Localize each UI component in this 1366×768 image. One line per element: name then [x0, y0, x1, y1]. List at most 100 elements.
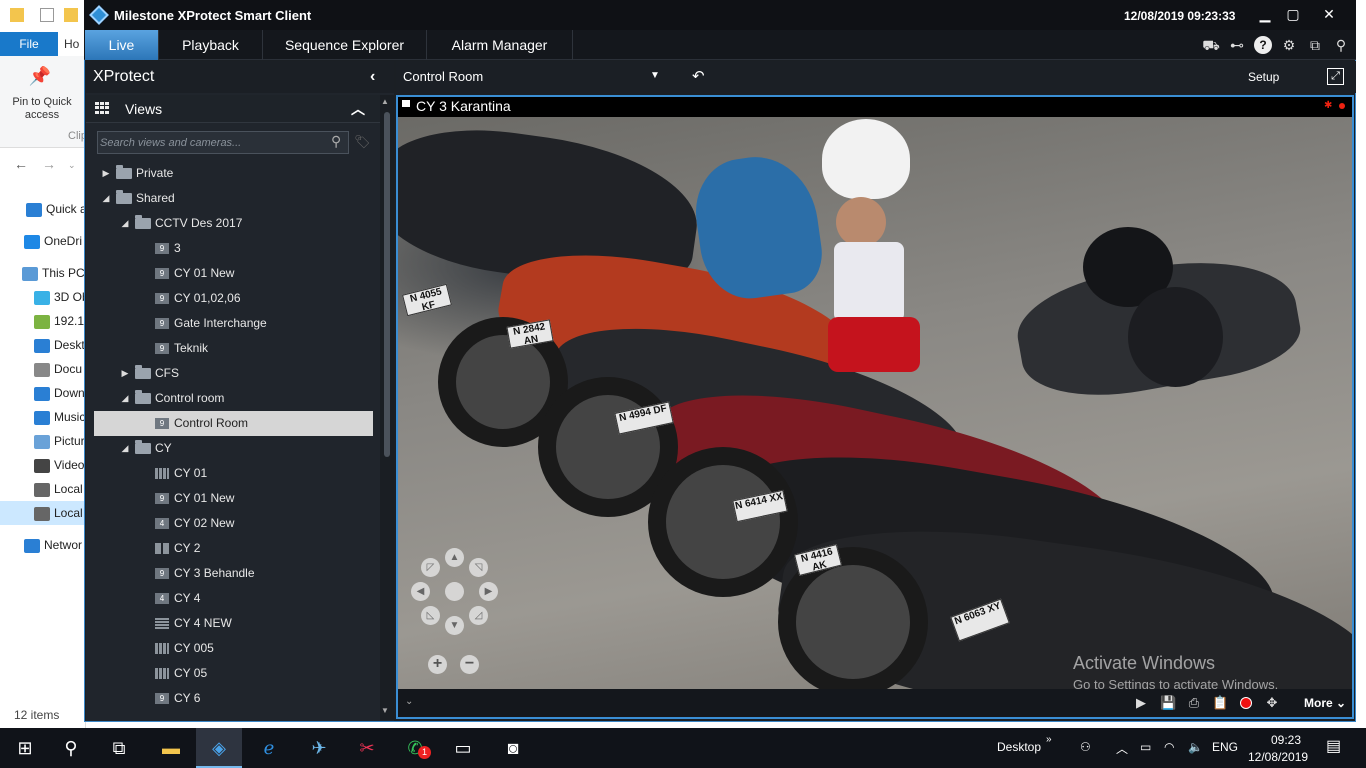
maximize-icon[interactable]: ▢	[1280, 4, 1306, 24]
video-camera-icon[interactable]: ▶	[1133, 695, 1149, 711]
more-button[interactable]: More ⌄	[1304, 696, 1346, 710]
ptz-left-icon[interactable]: ◀	[411, 582, 430, 601]
ptz-right-icon[interactable]: ▶	[479, 582, 498, 601]
explorer-file-tab[interactable]: File	[0, 32, 58, 56]
desktop-toolbar-label[interactable]: Desktop	[997, 740, 1041, 754]
camera-app-icon[interactable]: ◙	[490, 728, 536, 768]
tree-view-item[interactable]: 9 CY 01 New	[94, 261, 373, 286]
tree-view-item[interactable]: 9 CY 01 New	[94, 486, 373, 511]
ptz-up-left-icon[interactable]: ◸	[421, 558, 440, 577]
explorer-tree-item[interactable]: This PC	[0, 261, 86, 285]
tree-view-item[interactable]: 4 CY 02 New	[94, 511, 373, 536]
explorer-tree-item[interactable]: OneDri	[0, 229, 86, 253]
gear-icon[interactable]: ⚙	[1280, 36, 1298, 54]
snipping-tool-icon[interactable]: ✂	[344, 728, 390, 768]
explorer-tree-item[interactable]: Music	[0, 405, 86, 429]
save-icon[interactable]: 💾	[1160, 695, 1176, 711]
ptz-home-icon[interactable]	[445, 582, 464, 601]
move-icon[interactable]: ✥	[1264, 695, 1280, 711]
chevron-up-icon[interactable]: ︿	[1116, 740, 1128, 757]
ptz-down-icon[interactable]: ▼	[445, 616, 464, 635]
view-dropdown-icon[interactable]: ▼	[650, 70, 660, 81]
ptz-up-icon[interactable]: ▲	[445, 548, 464, 567]
undo-icon[interactable]: ↶	[692, 67, 705, 85]
zoom-out-icon[interactable]: −	[460, 655, 479, 674]
taskbar-time[interactable]: 09:23	[1263, 733, 1309, 747]
pin-to-quick-access-label[interactable]: Pin to Quick access	[4, 96, 80, 122]
explorer-tree-item[interactable]: Local	[0, 501, 86, 525]
file-explorer-icon[interactable]: ▬	[148, 728, 194, 768]
current-view-name[interactable]: Control Room	[403, 69, 483, 84]
internet-explorer-icon[interactable]: ℯ	[246, 728, 292, 768]
collapsed-arrow-icon[interactable]: ▶	[120, 361, 130, 386]
tree-folder[interactable]: ◢ CY	[94, 436, 373, 461]
terminal-icon[interactable]: ▭	[440, 728, 486, 768]
tree-folder[interactable]: ◢ CCTV Des 2017	[94, 211, 373, 236]
toolbar-expand-icon[interactable]: »	[1046, 734, 1052, 745]
ptz-down-right-icon[interactable]: ◿	[469, 606, 488, 625]
tree-folder[interactable]: ▶ CFS	[94, 361, 373, 386]
search-icon[interactable]: ⚲	[331, 133, 341, 150]
record-button[interactable]	[1240, 697, 1252, 709]
task-view-icon[interactable]: ⧉	[96, 728, 142, 768]
tree-view-item[interactable]: CY 2	[94, 536, 373, 561]
tree-folder[interactable]: ▶ Private	[94, 161, 373, 186]
minimize-icon[interactable]: ▁	[1252, 4, 1278, 24]
wifi-icon[interactable]: ◠	[1164, 740, 1174, 754]
zoom-in-icon[interactable]: +	[428, 655, 447, 674]
expanded-arrow-icon[interactable]: ◢	[120, 211, 130, 236]
scroll-up-icon[interactable]: ▲	[381, 97, 389, 106]
explorer-tree-item[interactable]: Networ	[0, 533, 86, 557]
tree-view-item[interactable]: 4 CY 4	[94, 586, 373, 611]
explorer-tree-item[interactable]: 192.16	[0, 309, 86, 333]
chevron-up-icon[interactable]: ︿	[351, 99, 365, 119]
explorer-tree-item[interactable]: Docu	[0, 357, 86, 381]
folder-icon[interactable]	[10, 8, 24, 22]
tree-view-item[interactable]: 9 CY 6	[94, 686, 373, 711]
scrollbar-thumb[interactable]	[384, 112, 390, 457]
tab-live[interactable]: Live	[85, 30, 159, 60]
people-icon[interactable]: ⚇	[1080, 740, 1091, 754]
ptz-down-left-icon[interactable]: ◺	[421, 606, 440, 625]
tree-view-item[interactable]: 9 CY 01,02,06	[94, 286, 373, 311]
expanded-arrow-icon[interactable]: ◢	[120, 436, 130, 461]
forward-arrow-icon[interactable]: →	[42, 156, 56, 172]
window-icon[interactable]: ⧉	[1306, 36, 1324, 54]
taskbar-date[interactable]: 12/08/2019	[1248, 750, 1308, 764]
tree-view-item[interactable]: 9 Teknik	[94, 336, 373, 361]
tree-view-item[interactable]: CY 01	[94, 461, 373, 486]
clipboard-icon[interactable]: 📋	[1212, 695, 1228, 711]
back-arrow-icon[interactable]: ←	[14, 156, 28, 172]
whatsapp-icon[interactable]: ✆	[392, 728, 438, 768]
xprotect-taskbar-icon[interactable]: ◈	[196, 728, 242, 768]
explorer-tree-item[interactable]: 3D Ob	[0, 285, 86, 309]
new-folder-icon[interactable]	[64, 8, 78, 22]
expanded-arrow-icon[interactable]: ◢	[101, 186, 111, 211]
tab-sequence-explorer[interactable]: Sequence Explorer	[263, 30, 427, 60]
tab-playback[interactable]: Playback	[159, 30, 263, 60]
explorer-tree-item[interactable]: Pictur	[0, 429, 86, 453]
language-indicator[interactable]: ENG	[1212, 740, 1238, 754]
help-icon[interactable]: ?	[1254, 36, 1272, 54]
setup-button[interactable]: Setup	[1248, 70, 1279, 84]
tree-view-item[interactable]: CY 005	[94, 636, 373, 661]
tree-view-item[interactable]: 9 Gate Interchange	[94, 311, 373, 336]
explorer-tree-item[interactable]: Deskt	[0, 333, 86, 357]
camera-video-feed[interactable]: N 6063 XY N 4994 DF N 2842 AN N 6414 XX …	[398, 117, 1352, 689]
expanded-arrow-icon[interactable]: ◢	[120, 386, 130, 411]
explorer-tree-item[interactable]: Video	[0, 453, 86, 477]
windows-start-icon[interactable]: ⊞	[2, 728, 48, 768]
tree-view-item[interactable]: 9 Control Room	[94, 411, 373, 436]
print-icon[interactable]: ⎙	[1186, 695, 1202, 711]
search-icon[interactable]: ⚲	[48, 728, 94, 768]
explorer-tree-item[interactable]: Local	[0, 477, 86, 501]
tree-view-item[interactable]: CY 4 NEW	[94, 611, 373, 636]
search-input[interactable]	[100, 133, 326, 152]
collapsed-arrow-icon[interactable]: ▶	[101, 161, 111, 186]
connection-icon[interactable]: ⛟	[1202, 36, 1220, 54]
chevron-down-icon[interactable]: ⌄	[405, 696, 413, 707]
volume-icon[interactable]: 🔈	[1188, 740, 1203, 754]
network-app-icon[interactable]: ✈	[296, 728, 342, 768]
tree-view-item[interactable]: 9 CY 3 Behandle	[94, 561, 373, 586]
tree-folder[interactable]: ◢ Shared	[94, 186, 373, 211]
